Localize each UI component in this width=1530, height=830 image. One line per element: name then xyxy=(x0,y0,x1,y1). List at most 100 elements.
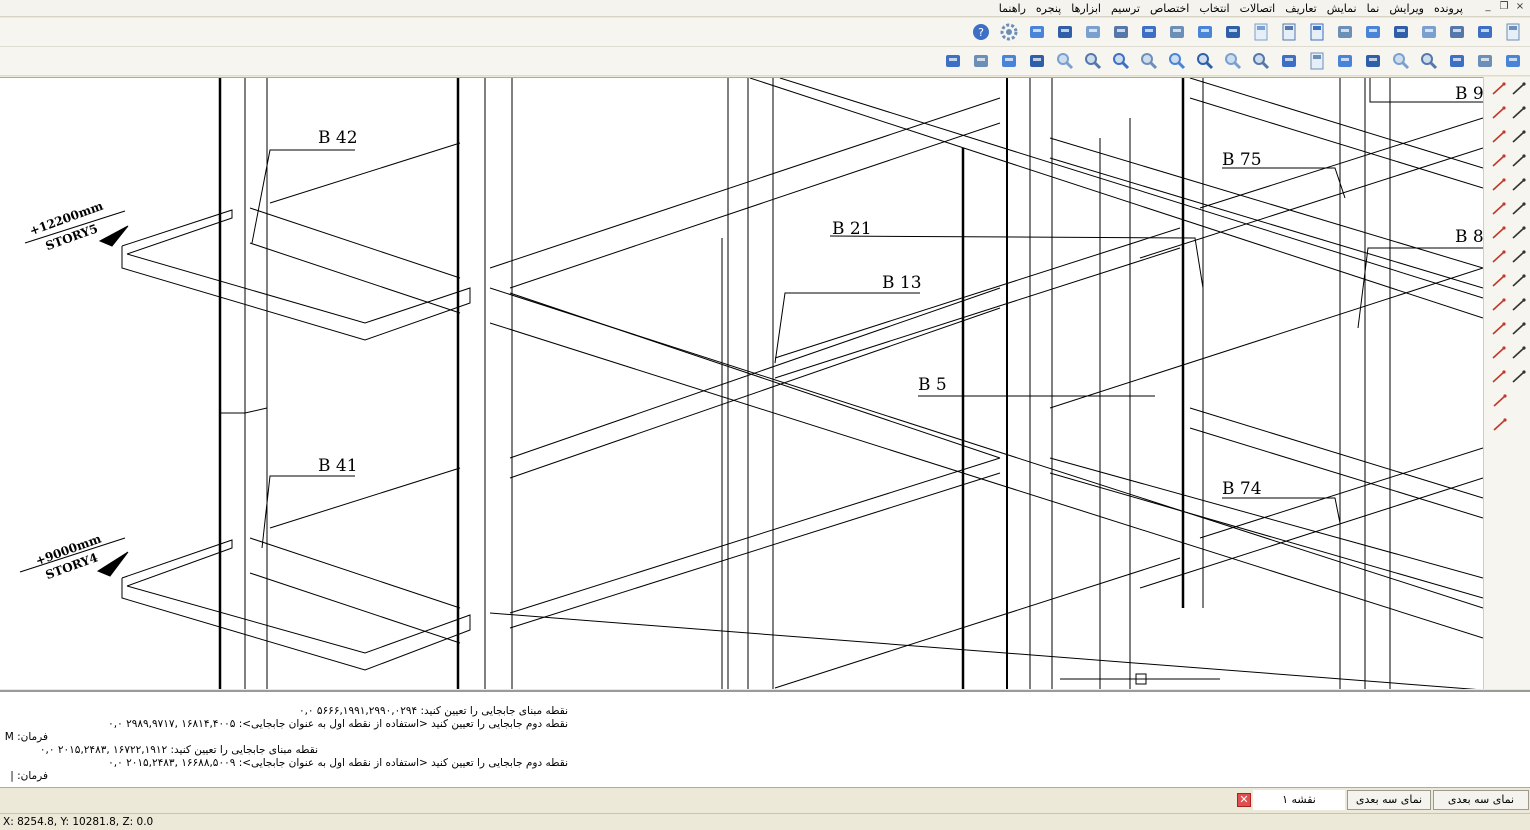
magnet-icon[interactable] xyxy=(1511,367,1529,387)
menu-item-tools[interactable]: ابزارها xyxy=(1066,1,1106,16)
menu-item-edit[interactable]: ویرایش xyxy=(1384,1,1429,16)
menu-item-assign[interactable]: اختصاص xyxy=(1145,1,1194,16)
draw-toolbar-row xyxy=(1484,389,1530,413)
doc-icon[interactable] xyxy=(1276,21,1302,43)
cube-icon[interactable] xyxy=(1164,21,1190,43)
import-icon[interactable] xyxy=(1360,21,1386,43)
paint-icon[interactable] xyxy=(1511,223,1529,243)
rotate-icon[interactable] xyxy=(1511,151,1529,171)
settings-icon[interactable] xyxy=(996,21,1022,43)
draw-toolbar-row xyxy=(1484,317,1530,341)
iso-icon[interactable] xyxy=(1500,50,1526,72)
scale-icon[interactable] xyxy=(1511,175,1529,195)
zoom-window-icon[interactable] xyxy=(1108,50,1134,72)
menu-item-view[interactable]: نما xyxy=(1362,1,1385,16)
tab-3d-view-1[interactable]: نمای سه بعدی xyxy=(1347,790,1431,810)
offset-icon[interactable] xyxy=(1511,295,1529,315)
spline-icon[interactable] xyxy=(1490,199,1508,219)
menu-item-file[interactable]: پرونده xyxy=(1429,1,1468,16)
zoom-in-icon[interactable] xyxy=(1080,50,1106,72)
draw-toolbar-row xyxy=(1484,197,1530,221)
drawing-canvas[interactable]: B 42 B 41 B 21 B 13 B 5 B 75 B 74 B 9 B … xyxy=(0,77,1483,689)
refresh-icon[interactable] xyxy=(940,50,966,72)
polygon-icon[interactable] xyxy=(1490,151,1508,171)
minimize-button[interactable]: _ xyxy=(1482,1,1494,13)
save-icon[interactable] xyxy=(1248,21,1274,43)
menu-item-help[interactable]: راهنما xyxy=(994,1,1031,16)
insert-icon[interactable] xyxy=(1490,367,1508,387)
block-icon[interactable] xyxy=(1490,343,1508,363)
check-icon[interactable] xyxy=(1360,50,1386,72)
tool-icon[interactable] xyxy=(1192,21,1218,43)
menu-item-connections[interactable]: اتصالات xyxy=(1235,1,1281,16)
column-icon[interactable] xyxy=(1080,21,1106,43)
elevation-icon[interactable] xyxy=(1472,50,1498,72)
close-tab-icon[interactable]: ✕ xyxy=(1237,793,1251,807)
tab-drawing-1[interactable]: نقشه ۱ xyxy=(1253,790,1345,810)
help-icon[interactable]: ? xyxy=(968,21,994,43)
zoom-icon[interactable] xyxy=(1052,50,1078,72)
g-icon[interactable] xyxy=(1416,21,1442,43)
zoom-page-icon[interactable] xyxy=(1248,50,1274,72)
print-icon[interactable] xyxy=(1388,21,1414,43)
circle-icon[interactable] xyxy=(1490,223,1508,243)
bolt-icon[interactable] xyxy=(1472,21,1498,43)
layer-icon[interactable] xyxy=(1511,247,1529,267)
ellipse-icon[interactable] xyxy=(1490,247,1508,267)
zoom-out-icon[interactable] xyxy=(1136,50,1162,72)
command-input[interactable]: فرمان: | xyxy=(8,770,48,782)
rectangle-icon[interactable] xyxy=(1490,175,1508,195)
brace-icon[interactable] xyxy=(1108,21,1134,43)
plan-icon[interactable] xyxy=(1444,50,1470,72)
command-line: فرمان: M xyxy=(4,731,48,743)
hatch-icon[interactable] xyxy=(1490,319,1508,339)
restore-button[interactable]: ❐ xyxy=(1498,1,1510,13)
window-icon[interactable] xyxy=(968,50,994,72)
beam-icon[interactable] xyxy=(1024,21,1050,43)
command-window[interactable]: نقطه مبنای جابجایی را تعیین کنید: ۵۶۶۶,۱… xyxy=(0,690,1530,788)
menu-item-display[interactable]: نمایش xyxy=(1322,1,1362,16)
main-menu: پرونده ویرایش نما نمایش تعاریف اتصالات ا… xyxy=(994,1,1468,16)
back-icon[interactable] xyxy=(1388,50,1414,72)
align-icon[interactable] xyxy=(1490,415,1510,435)
menu-item-window[interactable]: پنجره xyxy=(1031,1,1066,16)
zoom-all-icon[interactable] xyxy=(1164,50,1190,72)
page-icon[interactable] xyxy=(1500,21,1526,43)
grid-icon[interactable] xyxy=(1220,21,1246,43)
table-icon[interactable] xyxy=(1444,21,1470,43)
zoom-prev-icon[interactable] xyxy=(1192,50,1218,72)
app-window: پرونده ویرایش نما نمایش تعاریف اتصالات ا… xyxy=(0,0,1530,830)
snap-icon[interactable] xyxy=(1511,103,1529,123)
columns-icon[interactable] xyxy=(1511,343,1529,363)
beam2-icon[interactable] xyxy=(1052,21,1078,43)
toolbar-view-icons xyxy=(940,50,1526,72)
beam-label-b75: B 75 xyxy=(1222,150,1262,170)
menu-item-select[interactable]: انتخاب xyxy=(1194,1,1234,16)
menu-item-definitions[interactable]: تعاریف xyxy=(1280,1,1321,16)
zoom-extents-icon[interactable] xyxy=(1220,50,1246,72)
draw-toolbar xyxy=(1483,77,1530,689)
tab-3d-view-2[interactable]: نمای سه بعدی xyxy=(1433,790,1529,810)
doc2-icon[interactable] xyxy=(1304,21,1330,43)
stair-icon[interactable] xyxy=(1136,21,1162,43)
pen-icon[interactable] xyxy=(1332,50,1358,72)
mirror-icon[interactable] xyxy=(1511,199,1529,219)
text-icon[interactable] xyxy=(1490,295,1508,315)
line-icon[interactable] xyxy=(1490,103,1508,123)
arc-icon[interactable] xyxy=(1490,271,1508,291)
export-icon[interactable] xyxy=(1332,21,1358,43)
polyline-icon[interactable] xyxy=(1490,127,1508,147)
cylinder-icon[interactable] xyxy=(996,50,1022,72)
dimension-icon[interactable] xyxy=(1490,391,1510,411)
point-icon[interactable] xyxy=(1490,79,1508,99)
menu-item-draw[interactable]: ترسیم xyxy=(1106,1,1145,16)
move-icon[interactable] xyxy=(1511,127,1529,147)
save-disk-icon[interactable] xyxy=(1304,50,1330,72)
hand-icon[interactable] xyxy=(1024,50,1050,72)
layers-icon[interactable] xyxy=(1276,50,1302,72)
pencil-icon[interactable] xyxy=(1511,79,1529,99)
forward-icon[interactable] xyxy=(1416,50,1442,72)
array-icon[interactable] xyxy=(1511,319,1529,339)
close-button[interactable]: × xyxy=(1514,1,1526,13)
text-style-icon[interactable] xyxy=(1511,271,1529,291)
